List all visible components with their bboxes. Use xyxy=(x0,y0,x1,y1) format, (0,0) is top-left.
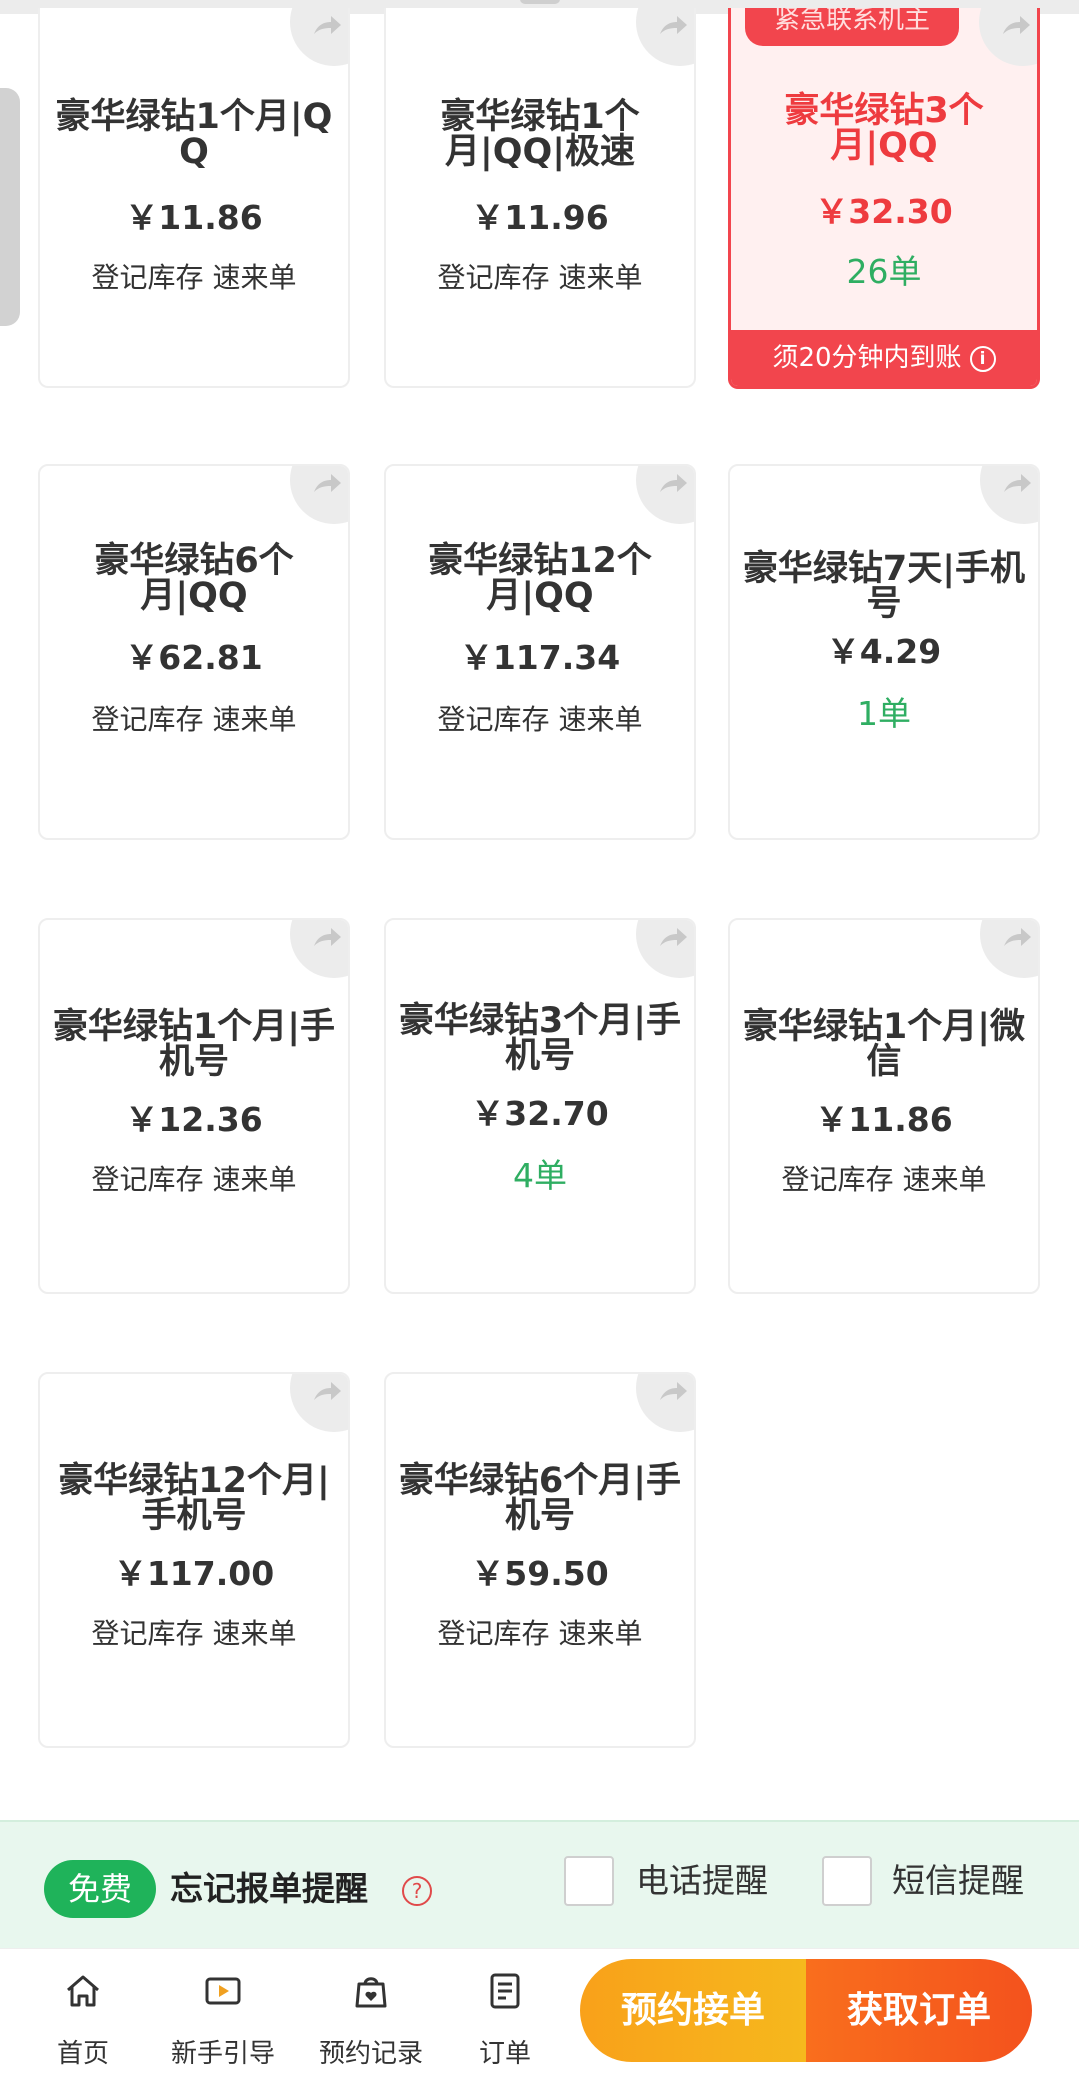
home-icon xyxy=(67,1975,99,2007)
product-order-count: 26单 xyxy=(846,252,922,291)
product-status: 登记库存 速来单 xyxy=(91,703,297,736)
product-status: 登记库存 速来单 xyxy=(781,1163,987,1196)
product-status: 登记库存 速来单 xyxy=(91,1163,297,1196)
product-title: 豪华绿钻12个月|手机号 xyxy=(58,1461,330,1536)
product-price: ￥4.29 xyxy=(826,632,942,671)
share-button[interactable] xyxy=(636,466,694,524)
product-order-count: 4单 xyxy=(513,1156,567,1195)
product-price: ￥11.96 xyxy=(471,198,609,237)
product-price: ￥59.50 xyxy=(471,1554,609,1593)
share-button[interactable] xyxy=(636,8,694,66)
nav-home[interactable]: 首页 xyxy=(8,1949,158,2083)
product-title: 豪华绿钻3个月|QQ xyxy=(784,91,984,166)
product-order-count: 1单 xyxy=(857,694,911,733)
share-button[interactable] xyxy=(290,920,348,978)
info-icon[interactable]: i xyxy=(969,346,996,372)
product-price: ￥11.86 xyxy=(125,198,263,237)
product-status: 登记库存 速来单 xyxy=(91,261,297,294)
product-card[interactable]: 豪华绿钻12个月|QQ ￥117.34 登记库存 速来单 xyxy=(384,464,696,840)
product-title: 豪华绿钻1个月|微信 xyxy=(742,1007,1026,1082)
share-button[interactable] xyxy=(636,1374,694,1432)
phone-reminder-checkbox[interactable] xyxy=(564,1856,614,1906)
nav-orders-label: 订单 xyxy=(478,2039,531,2069)
product-title: 豪华绿钻6个月|手机号 xyxy=(398,1461,682,1536)
share-icon xyxy=(660,16,687,34)
nav-records-label: 预约记录 xyxy=(318,2039,423,2069)
bottom-nav: 首页 新手引导 预约记录 订单 预约接单 获取订单 xyxy=(0,1948,1079,2083)
share-icon xyxy=(314,1382,341,1400)
product-price: ￥11.86 xyxy=(815,1100,953,1139)
product-price: ￥62.81 xyxy=(125,638,263,677)
product-status: 登记库存 速来单 xyxy=(91,1617,297,1650)
share-icon xyxy=(660,474,687,492)
share-icon xyxy=(660,1382,687,1400)
product-title: 豪华绿钻12个月|QQ xyxy=(428,541,652,616)
page: 豪华绿钻1个月|QQ ￥11.86 登记库存 速来单 豪华绿钻1个月|QQ|极速… xyxy=(0,0,1079,2083)
share-icon xyxy=(314,474,341,492)
product-title: 豪华绿钻6个月|QQ xyxy=(94,541,294,616)
share-icon xyxy=(314,16,341,34)
product-card[interactable]: 豪华绿钻1个月|QQ ￥11.86 登记库存 速来单 xyxy=(38,8,350,388)
nav-orders[interactable]: 订单 xyxy=(430,1949,580,2083)
share-button[interactable] xyxy=(636,920,694,978)
product-price: ￥117.34 xyxy=(459,638,621,677)
shopping-bag-heart-icon xyxy=(355,1977,387,2008)
nav-guide-label: 新手引导 xyxy=(170,2039,275,2069)
product-card[interactable]: 豪华绿钻6个月|手机号 ￥59.50 登记库存 速来单 xyxy=(384,1372,696,1748)
nav-home-label: 首页 xyxy=(56,2039,109,2069)
free-badge: 免费 xyxy=(44,1860,156,1918)
product-price: ￥117.00 xyxy=(113,1554,275,1593)
product-price: ￥12.36 xyxy=(125,1100,263,1139)
product-status: 登记库存 速来单 xyxy=(437,261,643,294)
order-list-icon xyxy=(490,1973,520,2009)
share-button[interactable] xyxy=(980,920,1038,978)
reserve-order-button[interactable]: 预约接单 xyxy=(580,1959,806,2062)
product-card[interactable]: 豪华绿钻1个月|QQ|极速 ￥11.96 登记库存 速来单 xyxy=(384,8,696,388)
sms-reminder-label[interactable]: 短信提醒 xyxy=(892,1856,1024,1906)
get-order-button[interactable]: 获取订单 xyxy=(806,1959,1032,2062)
product-title: 豪华绿钻3个月|手机号 xyxy=(398,1001,682,1076)
product-card[interactable]: 豪华绿钻1个月|手机号 ￥12.36 登记库存 速来单 xyxy=(38,918,350,1294)
product-title: 豪华绿钻1个月|QQ xyxy=(55,97,333,172)
product-card[interactable]: 豪华绿钻12个月|手机号 ￥117.00 登记库存 速来单 xyxy=(38,1372,350,1748)
nav-records[interactable]: 预约记录 xyxy=(296,1949,446,2083)
product-title: 豪华绿钻1个月|手机号 xyxy=(52,1007,336,1082)
deadline-banner: 须20分钟内到账 i xyxy=(731,330,1037,386)
share-icon xyxy=(1004,474,1031,492)
share-button[interactable] xyxy=(290,1374,348,1432)
phone-reminder-label[interactable]: 电话提醒 xyxy=(636,1856,768,1906)
product-card[interactable]: 豪华绿钻7天|手机号 ￥4.29 1单 xyxy=(728,464,1040,840)
share-icon xyxy=(660,928,687,946)
share-icon xyxy=(314,928,341,946)
deadline-text: 须20分钟内到账 xyxy=(772,343,962,373)
product-card[interactable]: 豪华绿钻3个月|手机号 ￥32.70 4单 xyxy=(384,918,696,1294)
product-price: ￥32.30 xyxy=(815,192,953,231)
share-button[interactable] xyxy=(290,8,348,66)
nav-guide[interactable]: 新手引导 xyxy=(148,1949,298,2083)
share-icon xyxy=(1004,928,1031,946)
video-play-icon xyxy=(205,1977,241,2005)
top-handle xyxy=(520,0,560,4)
share-button[interactable] xyxy=(979,8,1037,66)
side-drawer-handle[interactable] xyxy=(0,88,20,326)
product-card-urgent[interactable]: 紧急联系机主 豪华绿钻3个月|QQ ￥32.30 26单 须20分钟内到账 i xyxy=(728,8,1040,389)
sms-reminder-checkbox[interactable] xyxy=(822,1856,872,1906)
urgent-tag: 紧急联系机主 xyxy=(745,8,959,46)
share-icon xyxy=(1003,16,1030,34)
help-icon[interactable]: ? xyxy=(402,1876,432,1906)
product-title: 豪华绿钻1个月|QQ|极速 xyxy=(440,97,640,172)
share-button[interactable] xyxy=(980,466,1038,524)
get-order-label: 获取订单 xyxy=(846,1990,991,2031)
reminder-bar: 免费 忘记报单提醒 ? 电话提醒 短信提醒 xyxy=(0,1820,1079,1948)
product-card[interactable]: 豪华绿钻6个月|QQ ￥62.81 登记库存 速来单 xyxy=(38,464,350,840)
product-status: 登记库存 速来单 xyxy=(437,1617,643,1650)
product-title: 豪华绿钻7天|手机号 xyxy=(742,549,1026,624)
reserve-order-label: 预约接单 xyxy=(620,1990,765,2031)
product-status: 登记库存 速来单 xyxy=(437,703,643,736)
reminder-title: 忘记报单提醒 xyxy=(170,1869,368,1908)
product-price: ￥32.70 xyxy=(471,1094,609,1133)
product-card[interactable]: 豪华绿钻1个月|微信 ￥11.86 登记库存 速来单 xyxy=(728,918,1040,1294)
share-button[interactable] xyxy=(290,466,348,524)
